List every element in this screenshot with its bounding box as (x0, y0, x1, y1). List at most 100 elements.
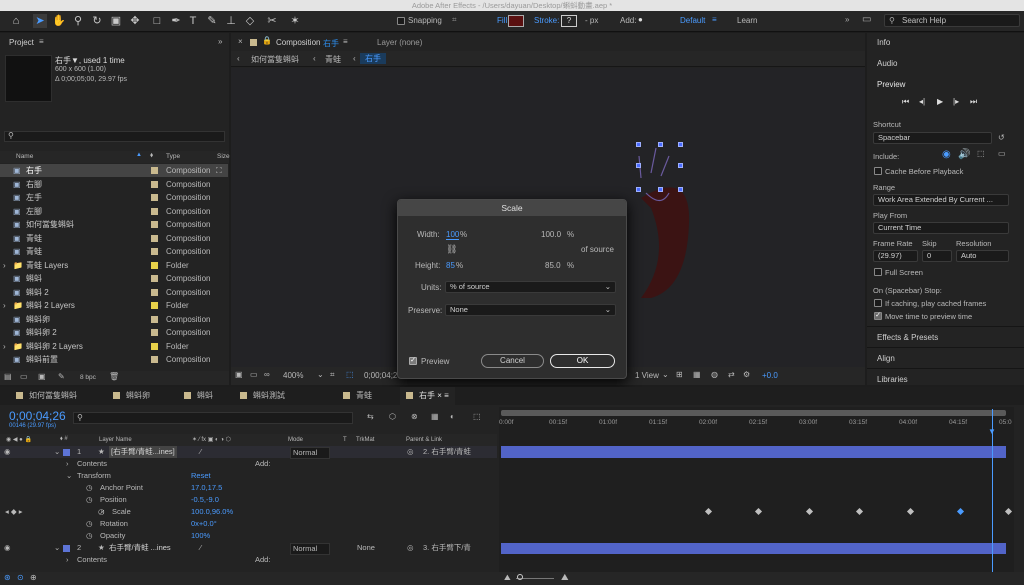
project-item[interactable]: ▣ 蝌蚪卵 Composition (0, 313, 228, 326)
comp-tab-label[interactable]: Composition (276, 38, 320, 47)
mask-icon[interactable]: ∞ (264, 370, 270, 379)
col-type[interactable]: Type (166, 153, 180, 160)
project-search[interactable]: ⚲ (4, 131, 225, 142)
snap-options-icon[interactable]: ⌗ (452, 15, 457, 25)
project-item[interactable]: › 📁 蝌蚪 2 Layers Folder (0, 299, 228, 312)
first-frame-icon[interactable]: ⏮ (902, 97, 909, 107)
project-settings-icon[interactable]: ✎ (58, 372, 65, 381)
trash-icon[interactable]: 🗑 (109, 372, 119, 381)
parent-dropdown[interactable]: 2. 右手臂/青蛙 (423, 446, 483, 458)
collapse-icon[interactable]: ⁄ (200, 542, 201, 554)
project-item[interactable]: ▣ 蝌蚪前置 Composition (0, 353, 228, 364)
motion-blur-icon[interactable]: ◐ (450, 412, 455, 421)
property-value[interactable]: 100.0,96.0% (191, 506, 233, 518)
more-panels-icon[interactable]: » (218, 37, 222, 46)
timeline-tab[interactable]: 青蛙 (337, 387, 378, 405)
disclosure-icon[interactable]: › (3, 259, 6, 272)
project-item[interactable]: › 📁 蝌蚪卵 2 Layers Folder (0, 340, 228, 353)
property-label[interactable]: Contents (77, 458, 107, 470)
keyframe[interactable] (704, 507, 712, 516)
home-icon[interactable]: ⌂ (9, 14, 23, 28)
play-icon[interactable]: ▶ (937, 97, 943, 106)
label-swatch[interactable] (151, 221, 158, 228)
trkmat-dropdown[interactable]: None (357, 542, 375, 554)
fast-preview-icon[interactable]: ⊞ (676, 370, 683, 379)
pickwhip-icon[interactable]: ◎ (407, 446, 414, 458)
breadcrumb-prev-icon[interactable]: ‹ (237, 54, 240, 63)
project-item[interactable]: ▣ 青蛙 Composition (0, 232, 228, 245)
timeline-row[interactable]: › Add: Contents (0, 554, 497, 566)
label-swatch[interactable] (151, 315, 158, 323)
comp-tab-name[interactable]: 右手 (323, 38, 339, 49)
align-tab[interactable]: Align (877, 354, 895, 363)
effects-presets-tab[interactable]: Effects & Presets (877, 333, 938, 342)
close-tab-icon[interactable]: × (238, 37, 243, 46)
timeline-current-time[interactable]: 0;00;04;26 (9, 409, 66, 423)
label-swatch[interactable] (151, 207, 158, 215)
brush-tool-icon[interactable]: ✎ (205, 14, 219, 28)
keyframe[interactable] (805, 507, 813, 516)
timeline-row[interactable]: ◷ Rotation 0x+0.0° (0, 518, 497, 530)
draft-3d-icon[interactable]: ⬡ (389, 412, 396, 421)
keyframe[interactable] (956, 507, 965, 516)
rotate-tool-icon[interactable]: ↻ (90, 14, 104, 28)
reset-link[interactable]: Reset (191, 470, 211, 482)
project-tab[interactable]: Project (9, 38, 34, 47)
property-label[interactable]: Position (100, 494, 127, 506)
col-parent[interactable]: Parent & Link (406, 437, 442, 443)
stopwatch-icon[interactable]: ◷ (86, 482, 93, 494)
keyframe[interactable] (855, 507, 864, 516)
include-overlays-icon[interactable]: ⬚ (977, 149, 985, 158)
keyframe-nav-icon[interactable]: ◂ ◆ ▸ (5, 506, 22, 518)
preview-tab[interactable]: Preview (877, 80, 905, 89)
reset-icon[interactable]: ↺ (998, 133, 1005, 142)
interpret-footage-icon[interactable]: ▤ (4, 372, 12, 381)
timeline-row[interactable]: ⌄ Reset Transform (0, 470, 497, 482)
add-play-icon[interactable]: ● (638, 15, 643, 24)
selection-tool-icon[interactable]: ➤ (33, 14, 47, 28)
transform-handle[interactable] (678, 163, 683, 168)
label-swatch[interactable] (151, 194, 158, 201)
project-item[interactable]: ▣ 右腳 Composition (0, 178, 228, 191)
keyframe[interactable] (906, 507, 914, 516)
composition-flow-icon[interactable]: ⇆ (367, 412, 374, 421)
property-label[interactable]: Rotation (100, 518, 128, 530)
disclosure-icon[interactable]: › (3, 340, 6, 353)
property-value[interactable]: 17.0,17.5 (191, 482, 222, 494)
roto-brush-tool-icon[interactable]: ✂ (265, 14, 279, 28)
preview-icon[interactable]: ▣ (235, 370, 243, 379)
transform-handle[interactable] (658, 142, 663, 147)
work-area-bar[interactable] (501, 410, 1006, 416)
breadcrumb-2[interactable]: 右手 (360, 53, 386, 64)
timeline-row[interactable]: ◷ ◂ ◆ ▸ ⩘ Scale 100.0,96.0% (0, 506, 497, 518)
col-layer-name[interactable]: Layer Name (99, 437, 132, 443)
frame-rate-dropdown[interactable]: (29.97) (873, 250, 918, 262)
cache-checkbox[interactable] (874, 167, 882, 175)
timeline-row[interactable]: › Add: Contents (0, 458, 497, 470)
label-swatch[interactable] (151, 342, 158, 350)
layer-name[interactable]: 右手臂/青蛙 ...ines (109, 542, 171, 554)
collapse-icon[interactable]: ⁄ (200, 446, 201, 458)
layer-tab[interactable]: Layer (none) (377, 38, 422, 47)
snapshot-icon[interactable]: ▭ (250, 370, 258, 379)
zoom-dropdown[interactable]: 400% (283, 371, 303, 380)
if-caching-checkbox[interactable] (874, 299, 882, 307)
project-item[interactable]: ▣ 右手 Composition ⛶ (0, 164, 228, 177)
timeline-icon[interactable]: ⇄ (728, 370, 735, 379)
pen-tool-icon[interactable]: ✒ (169, 14, 183, 28)
label-swatch[interactable] (151, 356, 158, 363)
label-swatch[interactable] (151, 275, 158, 282)
timeline-tab[interactable]: 右手 × ≡ (400, 387, 455, 405)
graph-icon[interactable]: ⩘ (100, 506, 104, 518)
type-tool-icon[interactable]: T (186, 14, 200, 28)
toggle-switches-icon[interactable]: ⊛ (4, 573, 11, 582)
col-name[interactable]: Name (16, 153, 33, 160)
property-value[interactable]: 100% (191, 530, 210, 542)
breadcrumb-0[interactable]: 如何當隻蝌蚪 (251, 54, 299, 65)
timeline-row[interactable]: ◉ ⌄ 2 ★ 右手臂/青蛙 ...ines ⁄ Normal None ◎ 3… (0, 542, 497, 555)
search-help-field[interactable]: ⚲ Search Help (884, 14, 1020, 27)
project-item[interactable]: ▣ 左腳 Composition (0, 205, 228, 218)
col-mode[interactable]: Mode (288, 437, 303, 443)
project-item[interactable]: ▣ 蝌蚪 2 Composition (0, 286, 228, 299)
stopwatch-icon[interactable]: ◷ (86, 494, 93, 506)
